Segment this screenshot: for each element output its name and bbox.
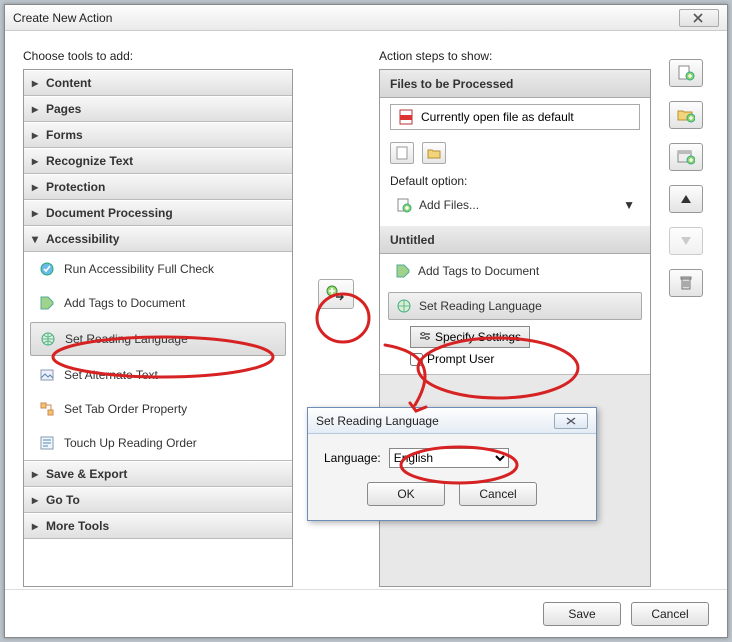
triangle-up-icon bbox=[680, 194, 692, 204]
titlebar: Create New Action bbox=[5, 5, 727, 31]
dialog-title: Set Reading Language bbox=[316, 414, 554, 428]
close-icon bbox=[693, 13, 705, 23]
tool-set-reading-language[interactable]: Set Reading Language bbox=[30, 322, 286, 356]
section-forms[interactable]: ▸Forms bbox=[24, 122, 292, 148]
reading-order-icon bbox=[38, 434, 56, 452]
triangle-down-icon bbox=[680, 236, 692, 246]
panel-plus-icon bbox=[677, 149, 695, 165]
group-untitled: Untitled bbox=[380, 226, 650, 254]
tool-set-tab-order[interactable]: Set Tab Order Property bbox=[24, 392, 292, 426]
add-files-icon bbox=[395, 196, 413, 214]
accessibility-tools-list: Run Accessibility Full Check Add Tags to… bbox=[24, 252, 292, 461]
move-down-sidebutton[interactable] bbox=[669, 227, 703, 255]
section-recognize-text[interactable]: ▸Recognize Text bbox=[24, 148, 292, 174]
dialog-close-button[interactable] bbox=[554, 413, 588, 429]
add-panel-sidebutton[interactable] bbox=[669, 143, 703, 171]
dialog-ok-button[interactable]: OK bbox=[367, 482, 445, 506]
default-file-row: Currently open file as default bbox=[390, 104, 640, 130]
globe-icon bbox=[39, 330, 57, 348]
dialog-titlebar: Set Reading Language bbox=[308, 408, 596, 434]
section-pages[interactable]: ▸Pages bbox=[24, 96, 292, 122]
prompt-user-checkbox[interactable] bbox=[410, 353, 423, 366]
add-folder-sidebutton[interactable] bbox=[669, 101, 703, 129]
prompt-user-row: Prompt User bbox=[410, 352, 642, 366]
footer: Save Cancel bbox=[5, 589, 727, 637]
folder-icon bbox=[427, 147, 441, 159]
tools-column: Choose tools to add: ▸Content ▸Pages ▸Fo… bbox=[23, 49, 293, 587]
tag-icon bbox=[394, 262, 412, 280]
prompt-user-checkbox-label[interactable]: Prompt User bbox=[410, 352, 494, 366]
add-files-dropdown[interactable]: Add Files... ▼ bbox=[390, 192, 640, 218]
tab-order-icon bbox=[38, 400, 56, 418]
check-icon bbox=[38, 260, 56, 278]
tools-panel: ▸Content ▸Pages ▸Forms ▸Recognize Text ▸… bbox=[23, 69, 293, 587]
section-protection[interactable]: ▸Protection bbox=[24, 174, 292, 200]
add-to-action-button[interactable] bbox=[318, 279, 354, 309]
dialog-cancel-button[interactable]: Cancel bbox=[459, 482, 537, 506]
open-folder-button[interactable] bbox=[422, 142, 446, 164]
tool-touch-up-reading-order[interactable]: Touch Up Reading Order bbox=[24, 426, 292, 460]
add-file-sidebutton[interactable] bbox=[669, 59, 703, 87]
image-icon bbox=[38, 366, 56, 384]
tag-icon bbox=[38, 294, 56, 312]
choose-tools-label: Choose tools to add: bbox=[23, 49, 293, 63]
section-document-processing[interactable]: ▸Document Processing bbox=[24, 200, 292, 226]
language-select[interactable]: English bbox=[389, 448, 509, 468]
step-add-tags[interactable]: Add Tags to Document bbox=[388, 258, 642, 284]
globe-icon bbox=[395, 297, 413, 315]
caret-down-icon: ▼ bbox=[623, 198, 635, 212]
language-label: Language: bbox=[324, 451, 381, 465]
folder-plus-icon bbox=[677, 107, 695, 123]
default-option-label: Default option: bbox=[380, 170, 650, 190]
create-new-action-window: Create New Action Choose tools to add: ▸… bbox=[4, 4, 728, 638]
cancel-button[interactable]: Cancel bbox=[631, 602, 709, 626]
trash-icon bbox=[679, 275, 693, 291]
specify-settings-button[interactable]: Specify Settings bbox=[410, 326, 530, 348]
window-close-button[interactable] bbox=[679, 9, 719, 27]
section-goto[interactable]: ▸Go To bbox=[24, 487, 292, 513]
tool-set-alt-text[interactable]: Set Alternate Text bbox=[24, 358, 292, 392]
section-save-export[interactable]: ▸Save & Export bbox=[24, 461, 292, 487]
group-files-to-process: Files to be Processed bbox=[380, 70, 650, 98]
window-title: Create New Action bbox=[13, 11, 679, 25]
tool-run-full-check[interactable]: Run Accessibility Full Check bbox=[24, 252, 292, 286]
close-icon bbox=[564, 417, 578, 425]
blank-page-icon bbox=[396, 146, 408, 160]
pdf-icon bbox=[397, 108, 415, 126]
step-set-reading-language[interactable]: Set Reading Language bbox=[388, 292, 642, 320]
add-arrow-icon bbox=[326, 285, 346, 303]
move-up-sidebutton[interactable] bbox=[669, 185, 703, 213]
section-content[interactable]: ▸Content bbox=[24, 70, 292, 96]
delete-sidebutton[interactable] bbox=[669, 269, 703, 297]
save-button[interactable]: Save bbox=[543, 602, 621, 626]
side-buttons bbox=[669, 49, 709, 587]
action-steps-label: Action steps to show: bbox=[379, 49, 651, 63]
new-file-button[interactable] bbox=[390, 142, 414, 164]
section-more-tools[interactable]: ▸More Tools bbox=[24, 513, 292, 539]
tool-add-tags[interactable]: Add Tags to Document bbox=[24, 286, 292, 320]
set-reading-language-dialog: Set Reading Language Language: English O… bbox=[307, 407, 597, 521]
page-plus-icon bbox=[677, 65, 695, 81]
settings-icon bbox=[419, 331, 431, 343]
section-accessibility[interactable]: ▾Accessibility bbox=[24, 226, 292, 252]
